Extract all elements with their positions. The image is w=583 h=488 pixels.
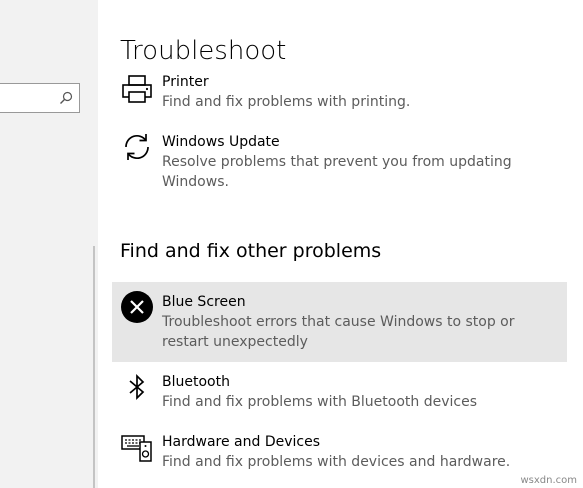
troubleshooter-name: Blue Screen [162,294,246,310]
settings-sidebar [0,0,98,488]
blue-screen-icon [121,291,153,323]
troubleshooter-description: Find and fix problems with Bluetooth dev… [162,394,477,410]
troubleshooter-description: Troubleshoot errors that cause Windows t… [162,314,515,350]
watermark-text: wsxdn.com [520,475,577,486]
search-icon[interactable] [59,91,73,105]
troubleshooter-name: Hardware and Devices [162,434,321,450]
troubleshooter-printer[interactable]: Printer Find and fix problems with print… [112,68,567,114]
printer-icon [122,75,152,103]
section-heading: Find and fix other problems [120,240,382,262]
bluetooth-icon [129,373,145,401]
troubleshooter-name: Bluetooth [162,374,230,390]
windows-update-icon [125,134,149,160]
troubleshooter-hardware-devices[interactable]: Hardware and Devices Find and fix proble… [112,428,567,476]
troubleshooter-description: Resolve problems that prevent you from u… [162,154,512,190]
troubleshooter-name: Windows Update [162,134,280,150]
troubleshoot-settings-page: Troubleshoot Printer Find and fix proble… [0,0,583,488]
troubleshooter-description: Find and fix problems with devices and h… [162,454,511,470]
troubleshooter-bluetooth[interactable]: Bluetooth Find and fix problems with Blu… [112,368,567,416]
page-title: Troubleshoot [120,36,287,66]
troubleshooter-blue-screen[interactable]: Blue Screen Troubleshoot errors that cau… [112,282,567,362]
sidebar-scrollbar[interactable] [93,246,95,488]
search-input[interactable] [0,83,80,113]
troubleshooter-name: Printer [162,74,209,90]
troubleshooter-windows-update[interactable]: Windows Update Resolve problems that pre… [112,128,567,194]
hardware-devices-icon [121,435,152,462]
troubleshooter-description: Find and fix problems with printing. [162,94,411,110]
